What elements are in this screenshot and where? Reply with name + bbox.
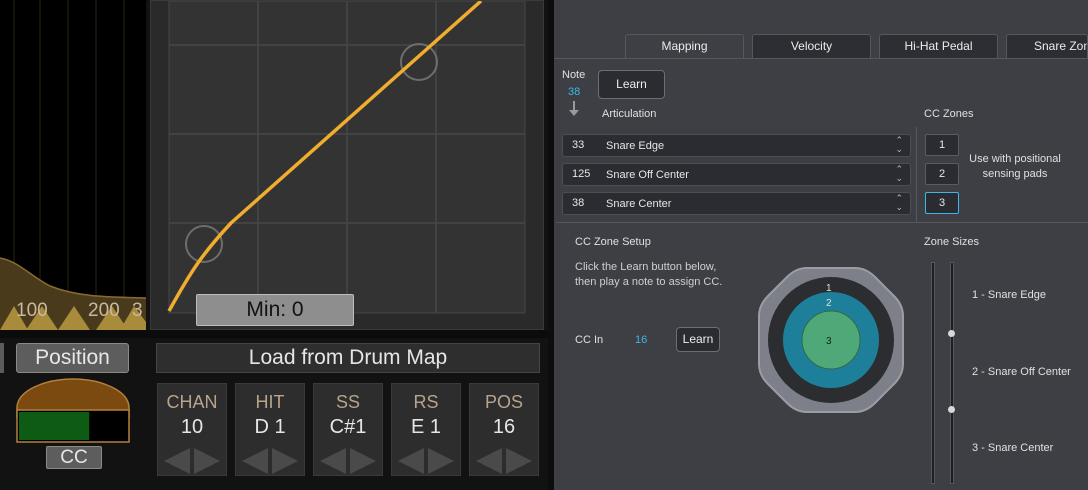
cc-zone-setup-instructions: Click the Learn button below, then play … [575,261,723,288]
tile-chan-left-arrow-icon[interactable] [164,448,190,474]
histogram-tick-100: 100 [16,300,48,321]
up-down-chevron-icon: ⌃ ⌄ [895,164,903,183]
left-panel: 100 200 3 Min: 0 Position Load from Drum… [0,0,548,490]
articulation-name: Snare Edge [606,140,665,152]
zone-size-handle-1[interactable] [948,330,955,337]
up-down-chevron-icon: ⌃ ⌄ [895,193,903,212]
histogram-graphic [0,0,146,330]
tile-rs-left-arrow-icon[interactable] [398,448,424,474]
tile-hit-value: D 1 [254,416,286,438]
down-arrow-icon [569,101,579,116]
tile-rs-label: RS [413,392,439,412]
tile-pos: POS 16 [469,383,539,476]
articulation-select-2[interactable]: 125 Snare Off Center ⌃ ⌄ [562,163,911,186]
tile-chan: CHAN 10 [157,383,227,476]
cc-learn-button[interactable]: Learn [676,327,720,352]
panel-divider [0,330,548,338]
tile-ss-right-arrow-icon[interactable] [350,448,376,474]
zone-size-label-3: 3 - Snare Center [972,442,1054,454]
load-from-drum-map-button[interactable]: Load from Drum Map [156,343,540,373]
velocity-histogram: 100 200 3 [0,0,146,330]
pad-zone-2-label: 2 [826,298,832,309]
tile-chan-value: 10 [180,416,204,438]
zone-size-track[interactable] [950,262,954,484]
vertical-separator [916,127,917,222]
velocity-curve-editor[interactable] [150,0,544,330]
tile-hit: HIT D 1 [235,383,305,476]
note-label: Note [562,69,586,81]
tab-snare-zones[interactable]: Snare Zones [1006,34,1088,58]
cc-zones-header: CC Zones [924,108,974,120]
articulation-select-3[interactable]: 38 Snare Center ⌃ ⌄ [562,192,911,215]
velocity-curve-graph[interactable] [151,1,545,331]
zone-sizes-title: Zone Sizes [924,236,980,248]
tile-hit-label: HIT [255,392,285,412]
cc-button[interactable]: CC [46,446,102,469]
zone-size-label-1: 1 - Snare Edge [972,289,1046,301]
cc-gauge [16,378,130,443]
articulation-number: 125 [572,168,591,180]
tile-pos-right-arrow-icon[interactable] [506,448,532,474]
tile-hit-left-arrow-icon[interactable] [242,448,268,474]
note-value: 38 [568,86,581,98]
articulation-name: Snare Center [606,198,672,210]
tile-ss-left-arrow-icon[interactable] [320,448,346,474]
histogram-tick-200: 200 [88,300,120,321]
tile-pos-left-arrow-icon[interactable] [476,448,502,474]
articulation-select-1[interactable]: 33 Snare Edge ⌃ ⌄ [562,134,911,157]
zone-size-handle-2[interactable] [948,406,955,413]
horizontal-separator [556,222,1088,223]
left-stub-button[interactable] [0,343,4,373]
tile-chan-right-arrow-icon[interactable] [194,448,220,474]
position-button[interactable]: Position [16,343,129,373]
cc-zone-1-button[interactable]: 1 [925,134,959,156]
articulation-number: 38 [572,197,585,209]
cc-gauge-fill [19,412,90,440]
tile-hit-right-arrow-icon[interactable] [272,448,298,474]
tile-rs-value: E 1 [410,416,442,438]
histogram-tick-3: 3 [132,300,143,321]
up-down-chevron-icon: ⌃ ⌄ [895,135,903,154]
tile-rs-right-arrow-icon[interactable] [428,448,454,474]
tab-strip-line [554,58,1088,59]
cc-zone-3-button[interactable]: 3 [925,192,959,214]
note-learn-button[interactable]: Learn [598,70,665,99]
pad-zone-3-label: 3 [826,336,832,347]
articulation-number: 33 [572,139,585,151]
tile-pos-value: 16 [492,416,516,438]
zone-size-label-2: 2 - Snare Off Center [972,366,1071,378]
tile-ss-value: C#1 [329,416,367,438]
tab-velocity[interactable]: Velocity [752,34,871,58]
zone-size-track-left [931,262,935,484]
tile-rs: RS E 1 [391,383,461,476]
tab-hi-hat-pedal[interactable]: Hi-Hat Pedal [879,34,998,58]
tab-mapping[interactable]: Mapping [625,34,744,59]
tile-chan-label: CHAN [166,392,218,412]
cc-zone-setup-title: CC Zone Setup [575,236,651,248]
min-value-label: Min: 0 [196,294,354,326]
pad-zone-1-label: 1 [826,283,832,294]
tile-ss-label: SS [335,392,360,412]
zone-note-text: Use with positional sensing pads [969,153,1061,180]
tile-ss: SS C#1 [313,383,383,476]
articulation-header: Articulation [602,108,657,120]
articulation-name: Snare Off Center [606,169,689,181]
cc-zone-2-button[interactable]: 2 [925,163,959,185]
cc-in-label: CC In [575,334,604,346]
cc-in-value: 16 [635,334,648,346]
tile-pos-label: POS [484,392,523,412]
